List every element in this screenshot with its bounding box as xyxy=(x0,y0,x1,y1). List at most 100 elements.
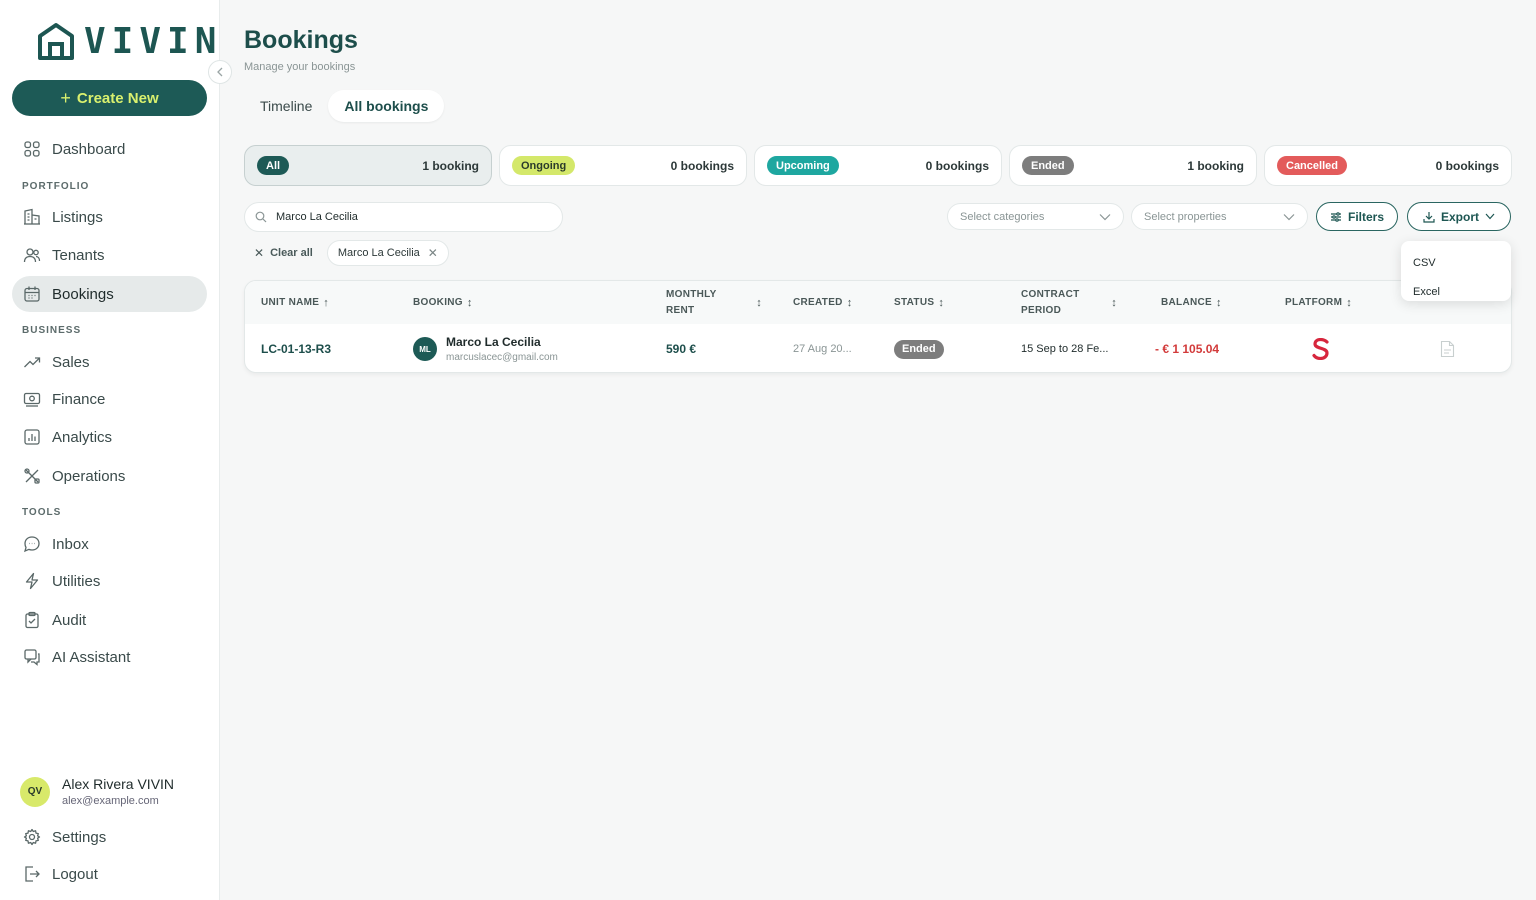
column-header-contract-period[interactable]: CONTRACT PERIOD ↕ xyxy=(1021,281,1117,324)
sidebar-item-inbox[interactable]: Inbox xyxy=(12,526,207,562)
sidebar-item-label: Utilities xyxy=(52,572,101,590)
plus-icon: + xyxy=(60,87,71,108)
status-card-ongoing[interactable]: Ongoing 0 bookings xyxy=(499,145,747,186)
tab-timeline[interactable]: Timeline xyxy=(244,90,328,122)
sidebar-item-listings[interactable]: Listings xyxy=(12,199,207,235)
sort-asc-icon: ↑ xyxy=(323,296,330,309)
create-new-button[interactable]: + Create New xyxy=(12,80,207,116)
sidebar-item-label: Bookings xyxy=(52,285,114,303)
properties-placeholder: Select properties xyxy=(1144,210,1227,223)
active-filter-chips: ✕ Clear all Marco La Cecilia ✕ xyxy=(244,240,449,266)
bolt-icon xyxy=(25,572,39,590)
column-header-status[interactable]: STATUS ↕ xyxy=(894,281,944,324)
status-count: 0 bookings xyxy=(1435,158,1499,173)
status-card-ended[interactable]: Ended 1 booking xyxy=(1009,145,1257,186)
sidebar-item-analytics[interactable]: Analytics xyxy=(12,419,207,455)
logout-label: Logout xyxy=(52,865,98,883)
search-box[interactable] xyxy=(244,202,563,232)
logo[interactable]: VIVIN xyxy=(36,22,222,62)
house-logo-icon xyxy=(38,23,74,60)
users-icon xyxy=(23,248,41,263)
sort-icon: ↕ xyxy=(846,296,853,309)
chat-icon xyxy=(24,536,40,553)
chevron-down-icon xyxy=(1283,213,1295,220)
bookings-table: UNIT NAME ↑ BOOKING ↕ MONTHLY RENT ↕ CREAT… xyxy=(244,280,1512,373)
column-header-platform[interactable]: PLATFORM ↕ xyxy=(1285,281,1352,324)
chevron-down-icon xyxy=(1485,213,1495,220)
collapse-sidebar-button[interactable] xyxy=(208,60,232,84)
properties-select[interactable]: Select properties xyxy=(1131,203,1308,230)
filter-chip[interactable]: Marco La Cecilia ✕ xyxy=(326,240,449,266)
column-header-unit-name[interactable]: UNIT NAME ↑ xyxy=(261,281,329,324)
money-icon xyxy=(23,392,41,407)
balance-amount: - € 1 105.04 xyxy=(1155,342,1220,356)
logout-link[interactable]: Logout xyxy=(12,856,207,892)
sidebar-item-bookings[interactable]: Bookings xyxy=(12,276,207,312)
export-excel-option[interactable]: Excel xyxy=(1401,277,1511,306)
sliders-icon xyxy=(1330,211,1341,222)
clear-all-label: Clear all xyxy=(270,247,313,259)
sidebar-item-utilities[interactable]: Utilities xyxy=(12,563,207,599)
status-card-cancelled[interactable]: Cancelled 0 bookings xyxy=(1264,145,1512,186)
sidebar-item-label: Audit xyxy=(52,611,87,629)
status-badge: Ended xyxy=(894,339,944,359)
sidebar-item-label: Finance xyxy=(52,390,106,408)
section-label-business: BUSINESS xyxy=(22,325,82,336)
status-pill: Upcoming xyxy=(767,156,839,175)
unit-name-link[interactable]: LC-01-13-R3 xyxy=(261,342,331,356)
logout-icon xyxy=(25,866,40,882)
contract-period: 15 Sep to 28 Fe... xyxy=(1021,343,1109,355)
sidebar-item-label: Tenants xyxy=(52,246,105,264)
monthly-rent: 590 € xyxy=(666,342,697,356)
filters-button[interactable]: Filters xyxy=(1316,202,1398,231)
column-header-balance[interactable]: BALANCE ↕ xyxy=(1161,281,1222,324)
export-button[interactable]: Export xyxy=(1407,202,1511,231)
categories-select[interactable]: Select categories xyxy=(947,203,1124,230)
create-new-label: Create New xyxy=(76,89,159,107)
search-icon xyxy=(255,211,267,223)
export-label: Export xyxy=(1440,209,1479,224)
avatar: ML xyxy=(413,337,437,361)
status-card-all[interactable]: All 1 booking xyxy=(244,145,492,186)
clear-all-button[interactable]: ✕ Clear all xyxy=(244,240,323,266)
sidebar-item-label: Operations xyxy=(52,467,126,485)
platform-s-icon[interactable] xyxy=(1312,338,1330,360)
chevron-down-icon xyxy=(1099,213,1111,220)
close-icon[interactable]: ✕ xyxy=(428,246,438,260)
table-row[interactable]: LC-01-13-R3 ML Marco La Cecilia marcusla… xyxy=(245,324,1511,372)
sidebar-item-dashboard[interactable]: Dashboard xyxy=(12,131,207,167)
export-csv-option[interactable]: CSV xyxy=(1401,248,1511,277)
sidebar-item-finance[interactable]: Finance xyxy=(12,381,207,417)
column-header-monthly-rent[interactable]: MONTHLY RENT ↕ xyxy=(666,281,762,324)
sidebar-item-audit[interactable]: Audit xyxy=(12,602,207,638)
status-pill: Ongoing xyxy=(512,156,576,175)
booking-tenant-email: marcuslacec@gmail.com xyxy=(446,352,558,363)
tab-all-bookings[interactable]: All bookings xyxy=(328,90,445,122)
sidebar-item-sales[interactable]: Sales xyxy=(12,344,207,380)
sidebar-item-label: Listings xyxy=(52,208,103,226)
column-header-created[interactable]: CREATED ↕ xyxy=(793,281,853,324)
search-input[interactable] xyxy=(276,211,536,223)
created-date: 27 Aug 20... xyxy=(793,343,852,355)
sidebar-item-tenants[interactable]: Tenants xyxy=(12,237,207,273)
sidebar-item-label: Analytics xyxy=(52,428,113,446)
filters-label: Filters xyxy=(1347,209,1384,224)
sort-icon: ↕ xyxy=(756,296,762,309)
sort-icon: ↕ xyxy=(938,296,945,309)
document-icon[interactable] xyxy=(1440,340,1455,358)
sidebar-item-ai-assistant[interactable]: AI Assistant xyxy=(12,639,207,675)
status-card-upcoming[interactable]: Upcoming 0 bookings xyxy=(754,145,1002,186)
page-title: Bookings xyxy=(244,26,358,54)
section-label-tools: TOOLS xyxy=(22,507,62,518)
booking-tenant-name[interactable]: Marco La Cecilia xyxy=(446,335,558,349)
calendar-icon xyxy=(24,286,40,302)
chart-icon xyxy=(24,429,40,445)
building-icon xyxy=(24,208,40,225)
sidebar-item-operations[interactable]: Operations xyxy=(12,458,207,494)
sidebar-item-label: Inbox xyxy=(52,535,89,553)
user-profile[interactable]: QV Alex Rivera VIVIN alex@example.com xyxy=(20,776,174,807)
status-count: 1 booking xyxy=(1187,158,1244,173)
status-pill: Cancelled xyxy=(1277,156,1347,175)
column-header-booking[interactable]: BOOKING ↕ xyxy=(413,281,473,324)
settings-link[interactable]: Settings xyxy=(12,819,207,855)
